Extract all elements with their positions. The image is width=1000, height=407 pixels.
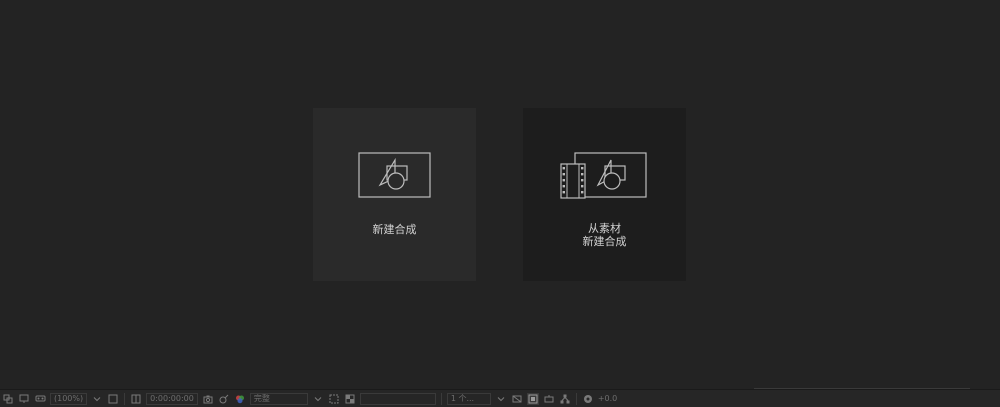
monitor-icon[interactable] [18,393,30,405]
resolution-value: 完整 [253,393,270,403]
composition-viewer: 新建合成 从素材 新建合成 [0,0,1000,388]
color-channels-icon[interactable] [234,393,246,405]
grid-icon[interactable] [130,393,142,405]
vr-goggles-icon[interactable] [34,393,46,405]
chevron-down-icon[interactable] [312,393,324,405]
from-footage-label: 从素材 新建合成 [523,222,686,248]
resolution-dropdown[interactable]: 完整 [249,392,308,405]
separator [575,392,577,405]
toggle-pixel-aspect-icon[interactable] [511,393,523,405]
flowchart-icon[interactable] [559,393,571,405]
footage-composition-icon [559,152,647,199]
from-footage-label-line1: 从素材 [588,222,621,235]
fast-previews-icon[interactable] [526,392,539,405]
composition-icon [357,152,431,198]
exposure-value[interactable]: +0.0 [598,394,617,403]
new-composition-button[interactable]: 新建合成 [313,108,476,281]
layers-icon[interactable] [2,393,14,405]
toolbar-divider-line [754,388,970,389]
chevron-down-icon[interactable] [495,393,507,405]
new-composition-from-footage-button[interactable]: 从素材 新建合成 [523,108,686,281]
chevron-down-icon[interactable] [91,393,103,405]
new-composition-label: 新建合成 [372,223,417,236]
camera-snapshot-icon[interactable] [202,393,214,405]
transparency-grid-icon[interactable] [344,393,356,405]
timecode-field[interactable]: 0:00:00:00 [146,392,198,405]
separator [124,392,126,405]
camera-view-dropdown[interactable] [359,392,436,405]
views-dropdown[interactable]: 1 个... [446,392,491,405]
exposure-reset-icon[interactable] [582,393,594,405]
viewer-toolbar: (100%) 0:00:00:00 完整 1 个... +0.0 [0,388,1000,407]
separator [440,392,442,405]
region-of-interest-icon[interactable] [328,393,340,405]
show-snapshot-icon[interactable] [218,393,230,405]
fit-frame-icon[interactable] [107,393,119,405]
from-footage-label-line2: 新建合成 [582,235,627,248]
timeline-icon[interactable] [543,393,555,405]
zoom-dropdown[interactable]: (100%) [50,392,88,405]
